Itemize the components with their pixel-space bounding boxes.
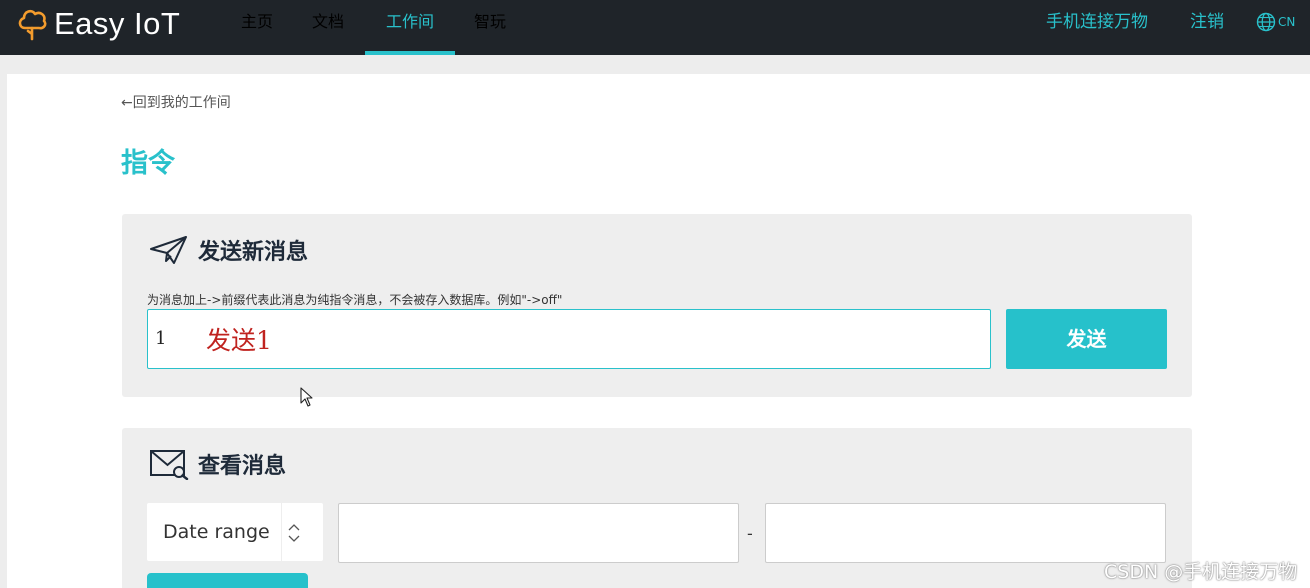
prefix-hint-text: 为消息加上->前缀代表此消息为纯指令消息，不会被存入数据库。例如"->off" [147, 293, 563, 307]
nav-home[interactable]: 主页 [232, 0, 282, 55]
paper-plane-icon [150, 236, 187, 264]
logo-text: Easy IoT [54, 6, 181, 41]
nav-connect-link[interactable]: 手机连接万物 [1046, 0, 1148, 44]
active-tab-underline [365, 51, 455, 55]
send-message-card: 发送新消息 为消息加上->前缀代表此消息为纯指令消息，不会被存入数据库。例如"-… [122, 214, 1192, 397]
nav-logout-link[interactable]: 注销 [1190, 0, 1224, 44]
back-to-workspace-link[interactable]: ←回到我的工作间 [121, 92, 231, 112]
view-messages-card: 查看消息 Date range - [122, 428, 1192, 588]
up-down-chevron-icon [288, 524, 300, 542]
view-card-title: 查看消息 [198, 454, 287, 479]
logo[interactable]: Easy IoT [17, 4, 180, 44]
send-card-title: 发送新消息 [198, 240, 309, 265]
annotation-text: 发送1 [206, 326, 272, 355]
language-label: CN [1278, 15, 1296, 29]
globe-icon [1256, 12, 1276, 32]
watermark: CSDN @手机连接万物 [1104, 561, 1298, 583]
start-date-input[interactable] [338, 503, 739, 563]
end-date-input[interactable] [765, 503, 1166, 563]
view-card-header: 查看消息 [149, 448, 286, 480]
top-navbar: Easy IoT 主页 文档 工作间 智玩 手机连接万物 注销 CN [0, 0, 1310, 55]
date-separator: - [747, 524, 753, 543]
message-input[interactable]: 1 [147, 309, 991, 369]
send-button[interactable]: 发送 [1006, 309, 1167, 369]
select-divider [281, 503, 282, 561]
query-button[interactable] [147, 573, 308, 588]
language-switch[interactable]: CN [1256, 12, 1295, 32]
mouse-pointer-icon [300, 387, 313, 407]
nav-docs[interactable]: 文档 [303, 0, 353, 55]
send-card-header: 发送新消息 [149, 234, 308, 266]
main-content: ←回到我的工作间 指令 发送新消息 为消息加上->前缀代表此消息为纯指令消息，不… [7, 74, 1310, 588]
date-range-select-value: Date range [163, 521, 270, 543]
nav-fun[interactable]: 智玩 [465, 0, 515, 55]
mail-search-icon [150, 450, 189, 480]
date-range-select[interactable]: Date range [147, 503, 323, 561]
page-title: 指令 [121, 148, 175, 179]
cloud-tree-logo-icon [18, 9, 47, 41]
nav-workspace[interactable]: 工作间 [365, 0, 455, 55]
nav-workspace-label: 工作间 [385, 12, 434, 31]
